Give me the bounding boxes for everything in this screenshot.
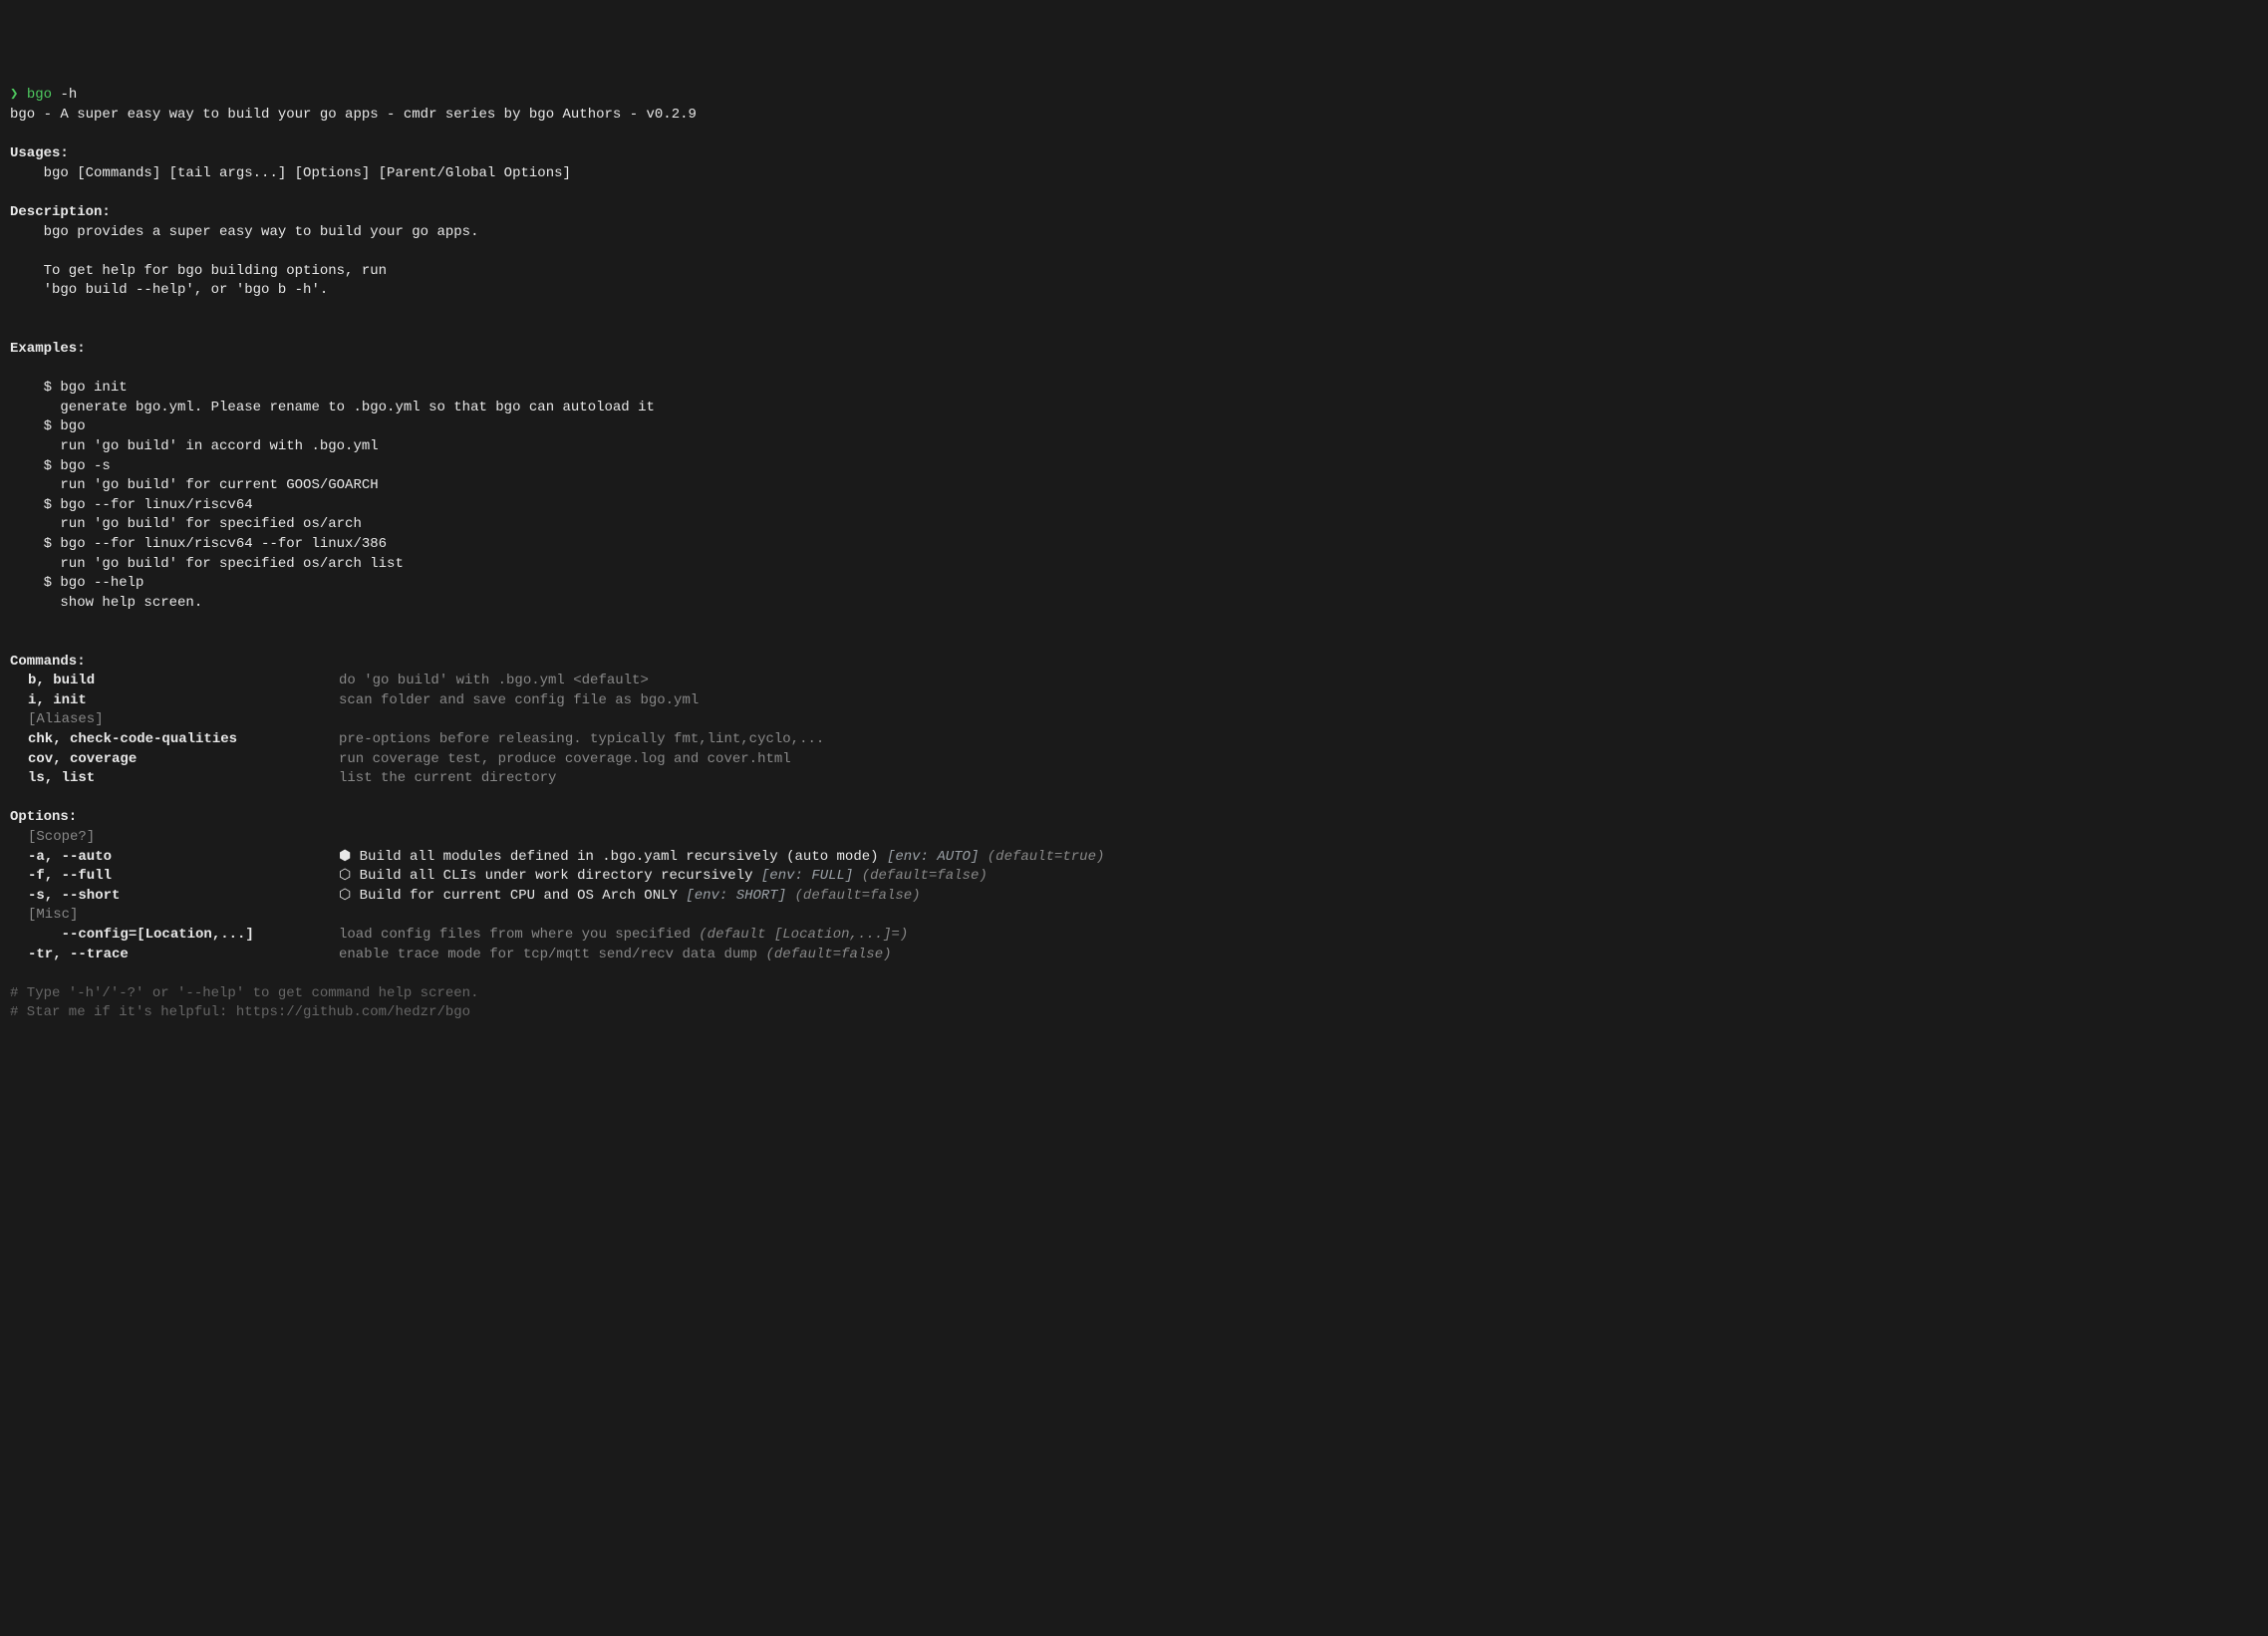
option-env: [env: SHORT]	[686, 888, 786, 904]
option-desc: enable trace mode for tcp/mqtt send/recv…	[339, 947, 765, 962]
misc-label: [Misc]	[10, 906, 339, 926]
option-desc: load config files from where you specifi…	[339, 927, 699, 943]
commands-header: Commands:	[10, 654, 86, 670]
usages-header: Usages:	[10, 145, 69, 161]
example-cmd: $ bgo --for linux/riscv64	[10, 497, 253, 513]
scope-label: [Scope?]	[10, 828, 339, 848]
option-key: -tr, --trace	[10, 946, 339, 965]
command-row: cov, coveragerun coverage test, produce …	[10, 750, 2258, 770]
command-row: i, initscan folder and save config file …	[10, 691, 2258, 711]
prompt-arg: -h	[60, 87, 77, 103]
option-default: (default=false)	[786, 888, 920, 904]
option-desc-cell: ⬡ Build for current CPU and OS Arch ONLY…	[339, 887, 2258, 907]
option-desc-cell: enable trace mode for tcp/mqtt send/recv…	[339, 946, 2258, 965]
example-desc: run 'go build' in accord with .bgo.yml	[10, 438, 379, 454]
example-cmd: $ bgo	[10, 418, 86, 434]
command-row: b, builddo 'go build' with .bgo.yml <def…	[10, 672, 2258, 691]
description-line: To get help for bgo building options, ru…	[10, 263, 387, 279]
hexagon-outline-icon: ⬡	[339, 867, 351, 887]
description-line: bgo provides a super easy way to build y…	[10, 224, 478, 240]
group-label-row: [Misc]	[10, 906, 2258, 926]
option-env: [env: FULL]	[761, 868, 853, 884]
option-row: -s, --short⬡ Build for current CPU and O…	[10, 887, 2258, 907]
group-label-row: [Scope?]	[10, 828, 2258, 848]
option-row: -a, --auto⬢ Build all modules defined in…	[10, 848, 2258, 868]
command-key: cov, coverage	[10, 750, 339, 770]
examples-header: Examples:	[10, 341, 86, 357]
example-cmd: $ bgo --for linux/riscv64 --for linux/38…	[10, 536, 387, 552]
option-key: --config=[Location,...]	[10, 926, 339, 946]
example-cmd: $ bgo --help	[10, 575, 143, 591]
command-key: ls, list	[10, 769, 339, 789]
command-desc: list the current directory	[339, 769, 2258, 789]
option-key: -a, --auto	[10, 848, 339, 868]
usages-line: bgo [Commands] [tail args...] [Options] …	[10, 165, 571, 181]
option-key: -s, --short	[10, 887, 339, 907]
description-line: 'bgo build --help', or 'bgo b -h'.	[10, 282, 328, 298]
description-header: Description:	[10, 204, 111, 220]
option-row: -f, --full⬡ Build all CLIs under work di…	[10, 867, 2258, 887]
group-label-row: [Aliases]	[10, 710, 2258, 730]
option-row: --config=[Location,...]load config files…	[10, 926, 2258, 946]
command-desc: scan folder and save config file as bgo.…	[339, 691, 2258, 711]
option-default: (default=false)	[765, 947, 891, 962]
example-desc: run 'go build' for current GOOS/GOARCH	[10, 477, 379, 493]
example-desc: run 'go build' for specified os/arch lis…	[10, 556, 404, 572]
option-row: -tr, --traceenable trace mode for tcp/mq…	[10, 946, 2258, 965]
command-desc: do 'go build' with .bgo.yml <default>	[339, 672, 2258, 691]
hexagon-outline-icon: ⬡	[339, 887, 351, 907]
command-key: chk, check-code-qualities	[10, 730, 339, 750]
example-desc: generate bgo.yml. Please rename to .bgo.…	[10, 400, 655, 415]
command-key: i, init	[10, 691, 339, 711]
option-desc-cell: load config files from where you specifi…	[339, 926, 2258, 946]
option-desc-cell: ⬡ Build all CLIs under work directory re…	[339, 867, 2258, 887]
option-default: (default=true)	[979, 849, 1104, 865]
example-desc: run 'go build' for specified os/arch	[10, 516, 362, 532]
command-desc: pre-options before releasing. typically …	[339, 730, 2258, 750]
app-title-line: bgo - A super easy way to build your go …	[10, 107, 697, 123]
hexagon-filled-icon: ⬢	[339, 848, 351, 868]
prompt-command: bgo	[27, 87, 52, 103]
command-desc: run coverage test, produce coverage.log …	[339, 750, 2258, 770]
option-desc: Build all CLIs under work directory recu…	[360, 868, 761, 884]
option-default: (default=false)	[853, 868, 987, 884]
option-env: [env: AUTO]	[887, 849, 979, 865]
example-cmd: $ bgo -s	[10, 458, 111, 474]
option-desc: Build all modules defined in .bgo.yaml r…	[360, 849, 887, 865]
footer-line: # Type '-h'/'-?' or '--help' to get comm…	[10, 985, 478, 1001]
terminal-output: ❯ bgo -h bgo - A super easy way to build…	[10, 86, 2258, 1023]
option-key: -f, --full	[10, 867, 339, 887]
option-desc: Build for current CPU and OS Arch ONLY	[360, 888, 687, 904]
command-row: ls, listlist the current directory	[10, 769, 2258, 789]
aliases-label: [Aliases]	[10, 710, 339, 730]
example-cmd: $ bgo init	[10, 380, 128, 396]
prompt-char: ❯	[10, 87, 18, 103]
example-desc: show help screen.	[10, 595, 202, 611]
command-row: chk, check-code-qualitiespre-options bef…	[10, 730, 2258, 750]
footer-line: # Star me if it's helpful: https://githu…	[10, 1004, 470, 1020]
option-default: (default [Location,...]=)	[699, 927, 908, 943]
command-key: b, build	[10, 672, 339, 691]
option-desc-cell: ⬢ Build all modules defined in .bgo.yaml…	[339, 848, 2258, 868]
options-header: Options:	[10, 809, 77, 825]
